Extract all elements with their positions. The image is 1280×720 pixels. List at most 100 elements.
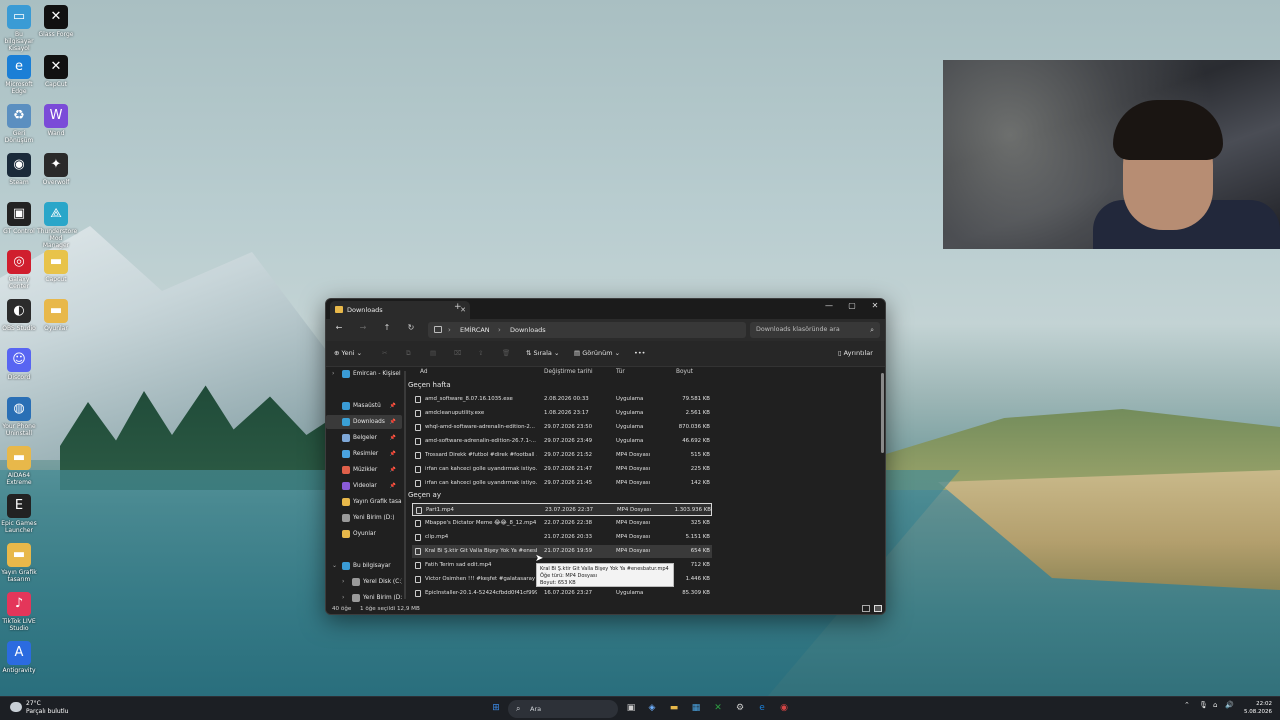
- file-name: Mbappe's Dictator Meme 😂😂_8_12.mp4: [425, 520, 537, 526]
- expand-chevron-icon[interactable]: ›: [342, 575, 344, 589]
- desktop-icon[interactable]: ◉ Steam: [0, 153, 38, 186]
- details-button[interactable]: ▯ Ayrıntılar: [838, 349, 873, 357]
- up-button[interactable]: ↑: [380, 323, 394, 332]
- desktop-icon[interactable]: ▬ AIDA64 Extreme: [0, 446, 38, 486]
- xbox-icon[interactable]: ✕: [711, 701, 725, 715]
- volume-icon[interactable]: 🔊: [1225, 701, 1234, 709]
- store-icon[interactable]: ▦: [689, 701, 703, 715]
- file-row[interactable]: amd_software_8.07.16.1035.exe 2.08.2026 0…: [412, 393, 712, 406]
- sidebar-item[interactable]: › Emircan - Kişisel: [326, 367, 402, 381]
- group-header[interactable]: Geçen hafta: [408, 381, 451, 389]
- file-row[interactable]: amdcleanuputility.exe 1.08.2026 23:17 Uygu…: [412, 407, 712, 420]
- desktop-icon[interactable]: ▬ Capcut: [37, 250, 75, 283]
- microphone-icon[interactable]: 🎙: [1199, 701, 1208, 709]
- desktop-icon[interactable]: ✦ Overwolf: [37, 153, 75, 186]
- refresh-button[interactable]: ↻: [404, 323, 418, 332]
- desktop-icon[interactable]: W Wand: [37, 104, 75, 137]
- sidebar-item[interactable]: Oyunlar: [326, 527, 402, 541]
- minimize-button[interactable]: —: [820, 301, 838, 310]
- sidebar-item[interactable]: › Yerel Disk (C:): [326, 575, 402, 589]
- cut-icon[interactable]: ✂: [382, 349, 387, 357]
- rename-icon[interactable]: ⌧: [454, 349, 462, 357]
- sidebar-item[interactable]: Belgeler 📌: [326, 431, 402, 445]
- paste-icon[interactable]: ▤: [430, 349, 436, 357]
- breadcrumb-downloads[interactable]: Downloads: [510, 322, 546, 338]
- address-bar[interactable]: › EMİRCAN › Downloads: [428, 322, 746, 338]
- share-icon[interactable]: ⇪: [478, 349, 483, 357]
- file-row[interactable]: irfan can kahceci golle uyandırmak istiy…: [412, 463, 712, 476]
- file-row[interactable]: Kral Bi Ş.ktir Git Valla Bişey Yok Ya #e…: [412, 545, 712, 558]
- desktop-icon[interactable]: ⟁ Thunderstore Mod Manager: [37, 202, 77, 249]
- file-row[interactable]: clip.mp4 21.07.2026 20:33 MP4 Dosyası 5.151…: [412, 531, 712, 544]
- edge-icon[interactable]: e: [755, 701, 769, 715]
- sidebar-item[interactable]: Downloads 📌: [326, 415, 402, 429]
- sidebar-item[interactable]: Yayın Grafik tasarım: [326, 495, 402, 509]
- sidebar-item[interactable]: Masaüstü 📌: [326, 399, 402, 413]
- expand-chevron-icon[interactable]: ›: [332, 367, 334, 381]
- more-options-button[interactable]: •••: [634, 349, 646, 357]
- copilot-icon[interactable]: ◈: [645, 701, 659, 715]
- desktop-icon[interactable]: ♪ TikTok LIVE Studio: [0, 592, 38, 632]
- tiles-view-icon[interactable]: [874, 605, 882, 612]
- file-row[interactable]: Trossard Direkk #futbol #direk #football…: [412, 449, 712, 462]
- weather-widget[interactable]: 27°C Parçalı bulutlu: [10, 700, 68, 716]
- breadcrumb-user[interactable]: EMİRCAN: [460, 322, 490, 338]
- desktop-icon[interactable]: ✕ Glass Forge: [37, 5, 75, 38]
- group-header[interactable]: Geçen ay: [408, 491, 441, 499]
- file-row[interactable]: amd-software-adrenalin-edition-26.7.1-..…: [412, 435, 712, 448]
- maximize-button[interactable]: ▢: [843, 301, 861, 310]
- recorder-icon[interactable]: ◉: [777, 701, 791, 715]
- navigation-pane-scrollbar[interactable]: [404, 371, 406, 599]
- file-row[interactable]: Part1.mp4 23.07.2026 22:37 MP4 Dosyası 1.30…: [412, 503, 712, 516]
- delete-icon[interactable]: 🗑: [502, 349, 510, 357]
- desktop-icon[interactable]: ☺ Discord: [0, 348, 38, 381]
- desktop-icon[interactable]: ▭ Bu bilgisayar Kısayol: [0, 5, 38, 52]
- desktop-icon[interactable]: ◍ Your Phone Uninstall: [0, 397, 38, 437]
- file-row[interactable]: EpicInstaller-20.1.4-52424cfbdd0f41cf999…: [412, 587, 712, 600]
- column-header-size[interactable]: Boyut: [676, 367, 693, 377]
- sidebar-item[interactable]: ⌄ Bu bilgisayar: [326, 559, 402, 573]
- back-button[interactable]: ←: [332, 323, 346, 332]
- view-button[interactable]: ▤ Görünüm ⌄: [574, 349, 620, 357]
- title-bar[interactable]: Downloads ✕ + — ▢ ✕: [326, 299, 885, 319]
- desktop-icon[interactable]: ▬ Oyunlar: [37, 299, 75, 332]
- file-row[interactable]: whql-amd-software-adrenalin-edition-2...…: [412, 421, 712, 434]
- sidebar-item[interactable]: Resimler 📌: [326, 447, 402, 461]
- sidebar-item[interactable]: Yeni Birim (D:): [326, 511, 402, 525]
- desktop-icon[interactable]: ♻ Geri Dönüşüm: [0, 104, 38, 144]
- details-view-icon[interactable]: [862, 605, 870, 612]
- expand-chevron-icon[interactable]: ⌄: [332, 559, 337, 573]
- column-header-name[interactable]: Ad: [420, 367, 428, 377]
- desktop-icon[interactable]: ◐ OBS Studio: [0, 299, 38, 332]
- sidebar-item[interactable]: Müzikler 📌: [326, 463, 402, 477]
- column-header-date[interactable]: Değiştirme tarihi: [544, 367, 593, 377]
- network-icon[interactable]: ⌂: [1213, 701, 1217, 709]
- desktop-icon[interactable]: ◎ Galaxy Center: [0, 250, 38, 290]
- forward-button[interactable]: →: [356, 323, 370, 332]
- taskbar-search[interactable]: ⌕ Ara: [508, 700, 618, 718]
- desktop-icon[interactable]: ▬ Yayın Grafik tasarım: [0, 543, 38, 583]
- close-window-button[interactable]: ✕: [866, 301, 884, 310]
- sidebar-item[interactable]: Videolar 📌: [326, 479, 402, 493]
- desktop-icon[interactable]: ▣ GT Control: [0, 202, 38, 235]
- file-row[interactable]: irfan can kahceci golle uyandırmak istiy…: [412, 477, 712, 490]
- clock[interactable]: 22:02 5.08.2026: [1238, 700, 1272, 716]
- desktop-icon[interactable]: E Epic Games Launcher: [0, 494, 38, 534]
- file-explorer-icon[interactable]: ▬: [667, 701, 681, 715]
- new-button[interactable]: ⊕ Yeni ⌄: [334, 349, 362, 357]
- settings-icon[interactable]: ⚙: [733, 701, 747, 715]
- sort-button[interactable]: ⇅ Sırala ⌄: [526, 349, 559, 357]
- task-view-icon[interactable]: ▣: [624, 701, 638, 715]
- desktop-icon[interactable]: A Antigravity: [0, 641, 38, 674]
- desktop-icon[interactable]: ✕ CapCut: [37, 55, 75, 88]
- file-row[interactable]: Mbappe's Dictator Meme 😂😂_8_12.mp4 22.07.…: [412, 517, 712, 530]
- search-input[interactable]: Downloads klasöründe ara ⌕: [750, 322, 880, 338]
- tray-chevron-icon[interactable]: ⌃: [1184, 701, 1190, 709]
- copy-icon[interactable]: ⧉: [406, 349, 411, 358]
- desktop-icon[interactable]: e Microsoft Edge: [0, 55, 38, 95]
- tab-downloads[interactable]: Downloads ✕: [330, 301, 470, 319]
- column-header-type[interactable]: Tür: [616, 367, 625, 377]
- start-icon[interactable]: ⊞: [489, 701, 503, 715]
- new-tab-button[interactable]: +: [454, 302, 462, 312]
- file-list-scrollbar[interactable]: [881, 373, 884, 453]
